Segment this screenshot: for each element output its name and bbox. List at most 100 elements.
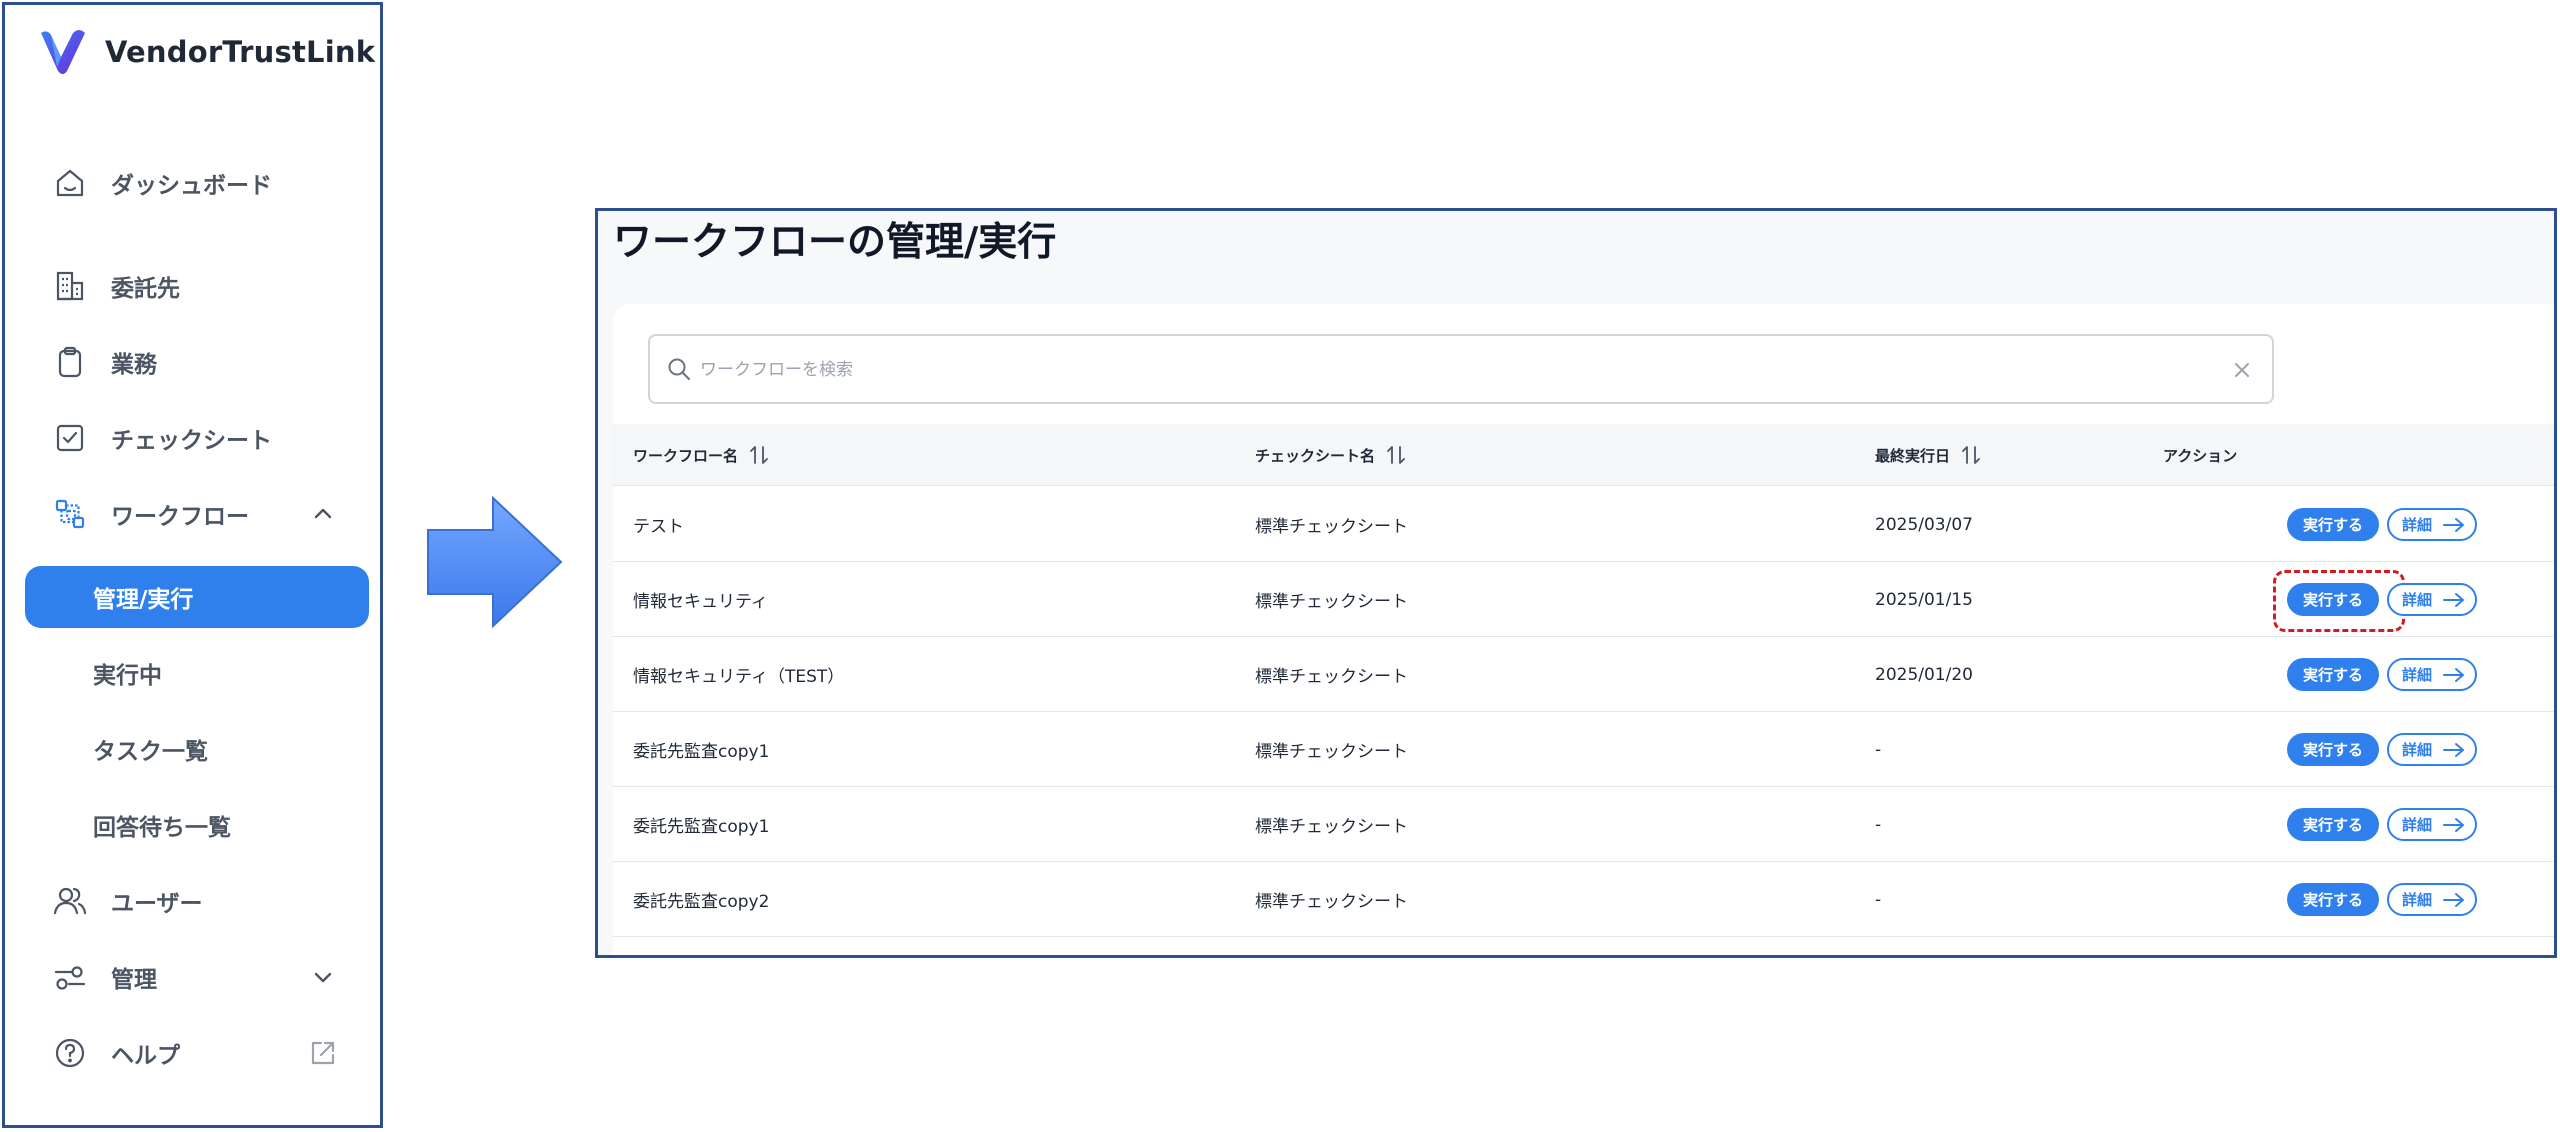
sidebar-item-contractors[interactable]: 委託先: [5, 256, 380, 316]
run-button[interactable]: 実行する: [2287, 883, 2379, 916]
sidebar-subitem-label: タスク一覧: [93, 739, 208, 765]
workflow-name-cell: 情報セキュリティ: [633, 592, 768, 612]
detail-button-label: 詳細: [2401, 741, 2432, 759]
last-run-date-cell: -: [1875, 814, 1882, 835]
column-header-last-run-date[interactable]: 最終実行日: [1875, 424, 1982, 486]
search-icon: [668, 358, 690, 380]
sidebar-item-business[interactable]: 業務: [5, 332, 380, 392]
workflow-name-cell: 委託先監査copy1: [633, 742, 770, 762]
home-icon: [53, 166, 87, 200]
sidebar-subitem-awaiting-response[interactable]: 回答待ち一覧: [5, 795, 380, 855]
sidebar: VendorTrustLink ダッシュボード 委託先 業務 チェックシート ワ…: [2, 2, 383, 1128]
column-header-action: アクション: [2163, 424, 2237, 486]
run-button-partial[interactable]: [2287, 957, 2379, 958]
last-run-date-cell: -: [1875, 889, 1882, 910]
brand[interactable]: VendorTrustLink: [37, 27, 375, 77]
detail-button[interactable]: 詳細: [2387, 883, 2477, 916]
detail-button-label: 詳細: [2401, 516, 2432, 534]
sidebar-item-label: ユーザー: [111, 891, 203, 917]
arrow-right-icon: [2443, 892, 2464, 907]
table-row[interactable]: テスト 標準チェックシート 2025/03/07 実行する 詳細: [613, 487, 2554, 562]
run-button[interactable]: 実行する: [2287, 733, 2379, 766]
detail-button[interactable]: 詳細: [2387, 508, 2477, 541]
column-header-checksheet-name[interactable]: チェックシート名: [1255, 424, 1407, 486]
brand-name: VendorTrustLink: [105, 35, 376, 69]
column-header-label: チェックシート名: [1255, 446, 1376, 465]
sidebar-item-label: 管理: [111, 967, 157, 993]
sort-icon[interactable]: [1385, 443, 1407, 467]
run-button[interactable]: 実行する: [2287, 583, 2379, 616]
detail-button[interactable]: 詳細: [2387, 583, 2477, 616]
arrow-right-icon: [427, 495, 563, 629]
sidebar-item-label: ヘルプ: [111, 1043, 180, 1069]
checksheet-name-cell: 標準チェックシート: [1255, 742, 1408, 762]
detail-button-label: 詳細: [2401, 816, 2432, 834]
external-link-icon[interactable]: [308, 1038, 338, 1068]
detail-button[interactable]: 詳細: [2387, 733, 2477, 766]
table-row[interactable]: 情報セキュリティ 標準チェックシート 2025/01/15 実行する 詳細: [613, 562, 2554, 637]
checksheet-name-cell: 標準チェックシート: [1255, 817, 1408, 837]
sidebar-item-label: 委託先: [111, 276, 180, 302]
chevron-down-icon[interactable]: [310, 964, 336, 990]
workflow-name-cell: 委託先監査copy1: [633, 817, 770, 837]
sidebar-subitem-task-list[interactable]: タスク一覧: [5, 719, 380, 779]
table-row[interactable]: 委託先監査copy2 標準チェックシート - 実行する 詳細: [613, 862, 2554, 937]
help-icon: [53, 1036, 87, 1070]
active-indicator: [25, 566, 369, 628]
brand-logo-icon: [41, 30, 85, 74]
sidebar-subitem-manage-run[interactable]: 管理/実行: [5, 566, 380, 628]
sidebar-item-label: ダッシュボード: [111, 173, 272, 199]
building-icon: [53, 269, 87, 303]
detail-button-label: 詳細: [2401, 591, 2432, 609]
workflow-name-cell: 情報セキュリティ（TEST）: [633, 667, 845, 687]
last-run-date-cell: 2025/01/15: [1875, 589, 1973, 610]
workflow-table-card: ワークフロー名 チェックシート名 最終実行日 アクション: [613, 304, 2554, 958]
sidebar-item-users[interactable]: ユーザー: [5, 871, 380, 931]
sidebar-item-label: チェックシート: [111, 428, 272, 454]
checkbox-icon: [53, 421, 87, 455]
checksheet-name-cell: 標準チェックシート: [1255, 667, 1408, 687]
chevron-up-icon[interactable]: [310, 501, 336, 527]
workflow-management-panel: ワークフローの管理/実行 ワークフロー名 チェックシート名: [595, 208, 2557, 958]
arrow-right-icon: [2443, 517, 2464, 532]
sidebar-subitem-running[interactable]: 実行中: [5, 643, 380, 703]
page-title: ワークフローの管理/実行: [613, 220, 1057, 265]
sidebar-item-dashboard[interactable]: ダッシュボード: [5, 153, 380, 213]
table-row[interactable]: 委託先監査copy1 標準チェックシート - 実行する 詳細: [613, 787, 2554, 862]
checksheet-name-cell: 標準チェックシート: [1255, 892, 1408, 912]
detail-button-partial[interactable]: [2387, 957, 2477, 958]
sidebar-item-help[interactable]: ヘルプ: [5, 1023, 380, 1083]
run-button[interactable]: 実行する: [2287, 808, 2379, 841]
column-header-label: ワークフロー名: [633, 446, 739, 465]
search-input[interactable]: [700, 350, 2200, 390]
run-button[interactable]: 実行する: [2287, 658, 2379, 691]
sidebar-item-label: 業務: [111, 352, 157, 378]
search-box[interactable]: [648, 334, 2274, 404]
column-header-workflow-name[interactable]: ワークフロー名: [633, 424, 770, 486]
arrow-right-icon: [2443, 742, 2464, 757]
sidebar-subitem-label: 実行中: [93, 663, 162, 689]
sidebar-subitem-label: 回答待ち一覧: [93, 815, 231, 841]
sidebar-item-admin[interactable]: 管理: [5, 947, 380, 1007]
workflow-name-cell: 委託先監査copy2: [633, 892, 770, 912]
arrow-right-icon: [2443, 817, 2464, 832]
sidebar-subitem-label: 管理/実行: [93, 587, 194, 613]
clear-icon[interactable]: [2230, 358, 2254, 382]
run-button[interactable]: 実行する: [2287, 508, 2379, 541]
sidebar-item-checksheet[interactable]: チェックシート: [5, 408, 380, 468]
column-header-label: アクション: [2163, 446, 2238, 465]
last-run-date-cell: 2025/03/07: [1875, 514, 1973, 535]
sidebar-item-workflow[interactable]: ワークフロー: [5, 484, 380, 544]
detail-button-label: 詳細: [2401, 891, 2432, 909]
table-row[interactable]: 情報セキュリティ（TEST） 標準チェックシート 2025/01/20 実行する…: [613, 637, 2554, 712]
checksheet-name-cell: 標準チェックシート: [1255, 517, 1408, 537]
arrow-right-icon: [2443, 592, 2464, 607]
arrow-right-icon: [2443, 667, 2464, 682]
workflow-icon: [53, 497, 87, 531]
detail-button[interactable]: 詳細: [2387, 658, 2477, 691]
checksheet-name-cell: 標準チェックシート: [1255, 592, 1408, 612]
table-row[interactable]: 委託先監査copy1 標準チェックシート - 実行する 詳細: [613, 712, 2554, 787]
sort-icon[interactable]: [1960, 443, 1982, 467]
sort-icon[interactable]: [748, 443, 770, 467]
detail-button[interactable]: 詳細: [2387, 808, 2477, 841]
